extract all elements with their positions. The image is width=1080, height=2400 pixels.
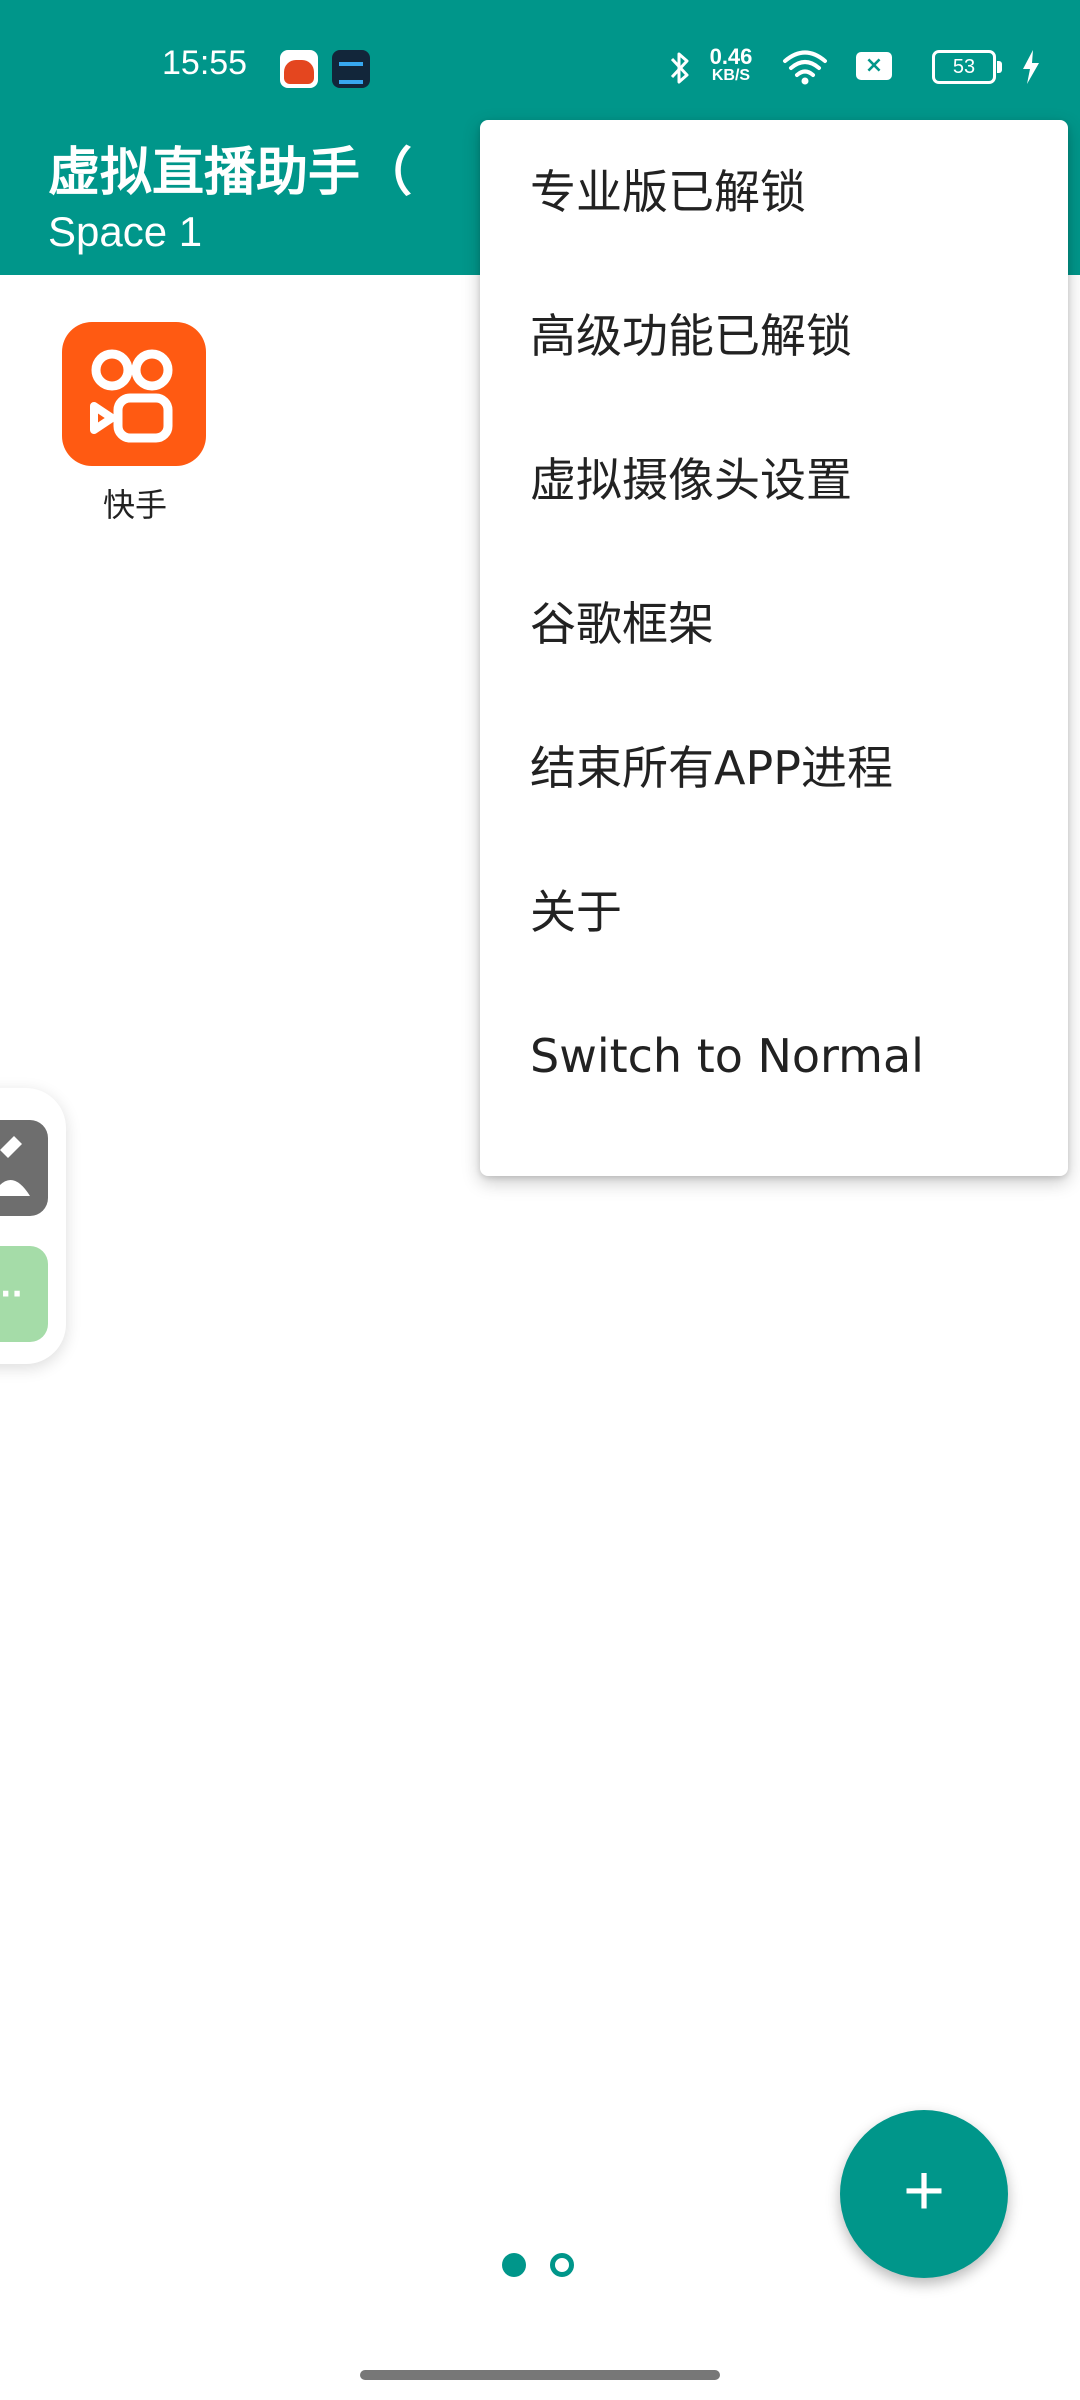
page-title: 虚拟直播助手（: [48, 143, 413, 203]
menu-item-virtual-camera-settings[interactable]: 虚拟摄像头设置: [480, 408, 1068, 552]
bluetooth-icon: [670, 52, 689, 84]
battery-icon: 53: [932, 50, 1002, 84]
page-dot-2[interactable]: [550, 2253, 574, 2277]
network-speed: 0.46 KB/S: [700, 46, 762, 84]
app-label: 快手: [102, 486, 167, 524]
more-icon: ··: [0, 1277, 23, 1312]
app-tile-kuaishou[interactable]: 快手: [62, 322, 208, 526]
kuaishou-app-icon: [62, 322, 206, 466]
space-subtitle: Space 1: [48, 208, 203, 255]
battery-level: 53: [952, 56, 976, 78]
tools-button[interactable]: [0, 1120, 48, 1216]
sim-no-signal-icon: ×: [856, 52, 892, 80]
menu-item-about[interactable]: 关于: [480, 840, 1068, 984]
network-speed-value: 0.46: [709, 44, 753, 69]
game-app-icon: [280, 50, 318, 88]
screen-app-icon: [332, 50, 370, 88]
status-time: 15:55: [162, 44, 248, 82]
charging-icon: [1023, 50, 1039, 84]
overflow-menu: 专业版已解锁 高级功能已解锁 虚拟摄像头设置 谷歌框架 结束所有APP进程 关于…: [480, 120, 1068, 1176]
app-root: 15:55 0.46 KB/S × 53 虚拟直播助手（ Space 1 快手 …: [0, 0, 1080, 2400]
tools-icon: [0, 1136, 30, 1196]
menu-item-kill-all-apps[interactable]: 结束所有APP进程: [480, 696, 1068, 840]
status-indicators: 0.46 KB/S × 53: [622, 46, 1042, 88]
kuaishou-logo-shape: [90, 349, 173, 443]
floating-tool-panel: ··: [0, 1088, 66, 1364]
wifi-icon: [783, 50, 827, 85]
gesture-nav-handle[interactable]: [360, 2370, 720, 2380]
plus-icon: +: [902, 2151, 946, 2231]
network-speed-unit: KB/S: [711, 67, 751, 84]
menu-item-google-framework[interactable]: 谷歌框架: [480, 552, 1068, 696]
page-dot-1[interactable]: [502, 2253, 526, 2277]
more-button[interactable]: ··: [0, 1246, 48, 1342]
menu-item-pro-unlocked[interactable]: 专业版已解锁: [480, 120, 1068, 264]
page-indicator: [502, 2253, 574, 2279]
menu-item-switch-to-normal[interactable]: Switch to Normal: [480, 984, 1068, 1128]
menu-item-advanced-unlocked[interactable]: 高级功能已解锁: [480, 264, 1068, 408]
status-bar: 15:55 0.46 KB/S × 53: [0, 0, 1080, 130]
add-app-button[interactable]: +: [840, 2110, 1008, 2278]
